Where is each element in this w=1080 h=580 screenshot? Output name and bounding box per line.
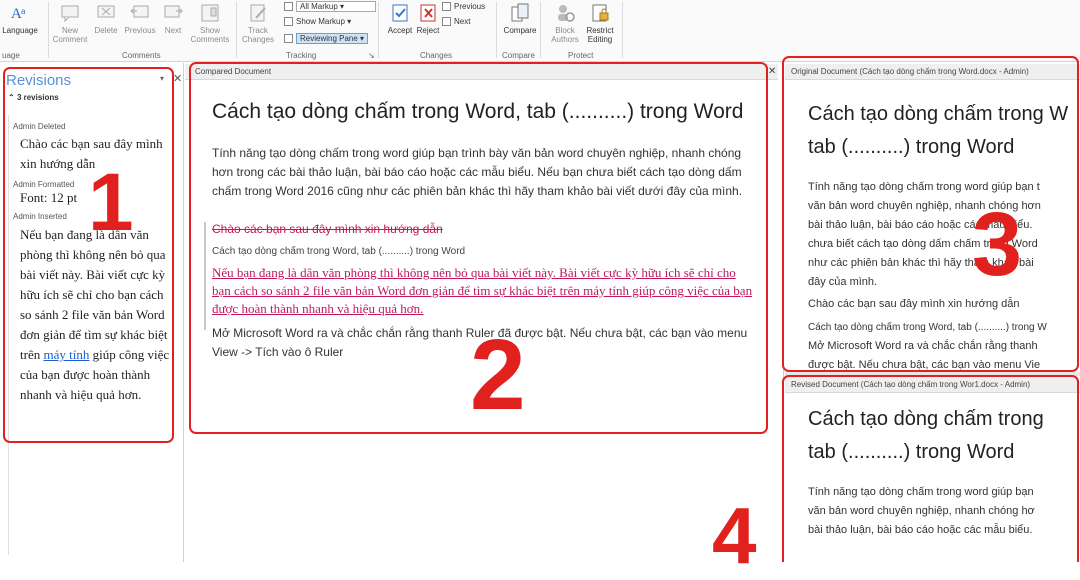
language-button[interactable]: Aa Language bbox=[0, 2, 40, 35]
svg-text:a: a bbox=[21, 7, 26, 16]
restrict-editing-button[interactable]: Restrict Editing bbox=[580, 2, 620, 44]
revisions-close-icon[interactable]: ✕ bbox=[173, 72, 182, 85]
block-authors-button[interactable]: Block Authors bbox=[545, 2, 585, 44]
compare-group-label: Compare bbox=[502, 51, 535, 60]
show-comments-button[interactable]: Show Comments bbox=[190, 2, 230, 44]
compare-button[interactable]: Compare bbox=[500, 2, 540, 35]
track-changes-icon bbox=[250, 4, 266, 22]
show-markup-icon bbox=[284, 17, 293, 27]
annotation-frame-original bbox=[782, 56, 1079, 372]
previous-change-icon bbox=[442, 2, 451, 12]
compared-close-icon[interactable]: ✕ bbox=[768, 64, 776, 80]
next-change-icon bbox=[442, 17, 451, 27]
changes-group-label: Changes bbox=[420, 51, 453, 60]
reject-icon bbox=[420, 4, 436, 22]
restrict-editing-icon bbox=[592, 4, 609, 22]
block-authors-icon bbox=[558, 5, 575, 22]
language-group-label: uage bbox=[2, 51, 20, 60]
next-comment-button[interactable]: Next bbox=[153, 2, 193, 35]
comment-icon bbox=[61, 5, 79, 23]
annotation-number-2: 2 bbox=[470, 319, 526, 431]
annotation-frame-revisions bbox=[3, 67, 174, 443]
language-icon: Aa bbox=[11, 6, 26, 22]
annotation-number-1: 1 bbox=[88, 157, 134, 248]
markup-icon bbox=[284, 2, 293, 12]
annotation-number-3: 3 bbox=[972, 195, 1023, 295]
annotation-frame-revised bbox=[782, 375, 1079, 562]
show-comments-icon bbox=[201, 4, 219, 22]
tracking-group-label: Tracking bbox=[286, 51, 317, 60]
delete-comment-icon bbox=[97, 5, 115, 18]
new-comment-button[interactable]: New Comment bbox=[50, 2, 90, 44]
reviewing-pane-icon bbox=[284, 34, 293, 44]
show-markup-dropdown[interactable]: Show Markup ▾ bbox=[284, 16, 351, 28]
next-change-button[interactable]: Next bbox=[442, 16, 470, 28]
display-for-review-dropdown[interactable]: All Markup ▾ bbox=[284, 1, 376, 13]
protect-group-label: Protect bbox=[568, 51, 594, 60]
reviewing-pane-dropdown[interactable]: Reviewing Pane ▾ bbox=[284, 33, 369, 45]
annotation-number-4: 4 bbox=[712, 491, 757, 580]
next-comment-icon bbox=[164, 5, 183, 18]
tracking-dialog-launcher[interactable]: ↘ bbox=[368, 51, 375, 60]
previous-comment-icon bbox=[130, 5, 149, 18]
previous-change-button[interactable]: Previous bbox=[442, 1, 485, 13]
compare-icon bbox=[511, 3, 529, 22]
ribbon: Aa Language uage New Comment Delete Prev… bbox=[0, 0, 1080, 62]
track-changes-button[interactable]: Track Changes bbox=[238, 2, 278, 44]
comments-group-label: Comments bbox=[122, 51, 161, 60]
